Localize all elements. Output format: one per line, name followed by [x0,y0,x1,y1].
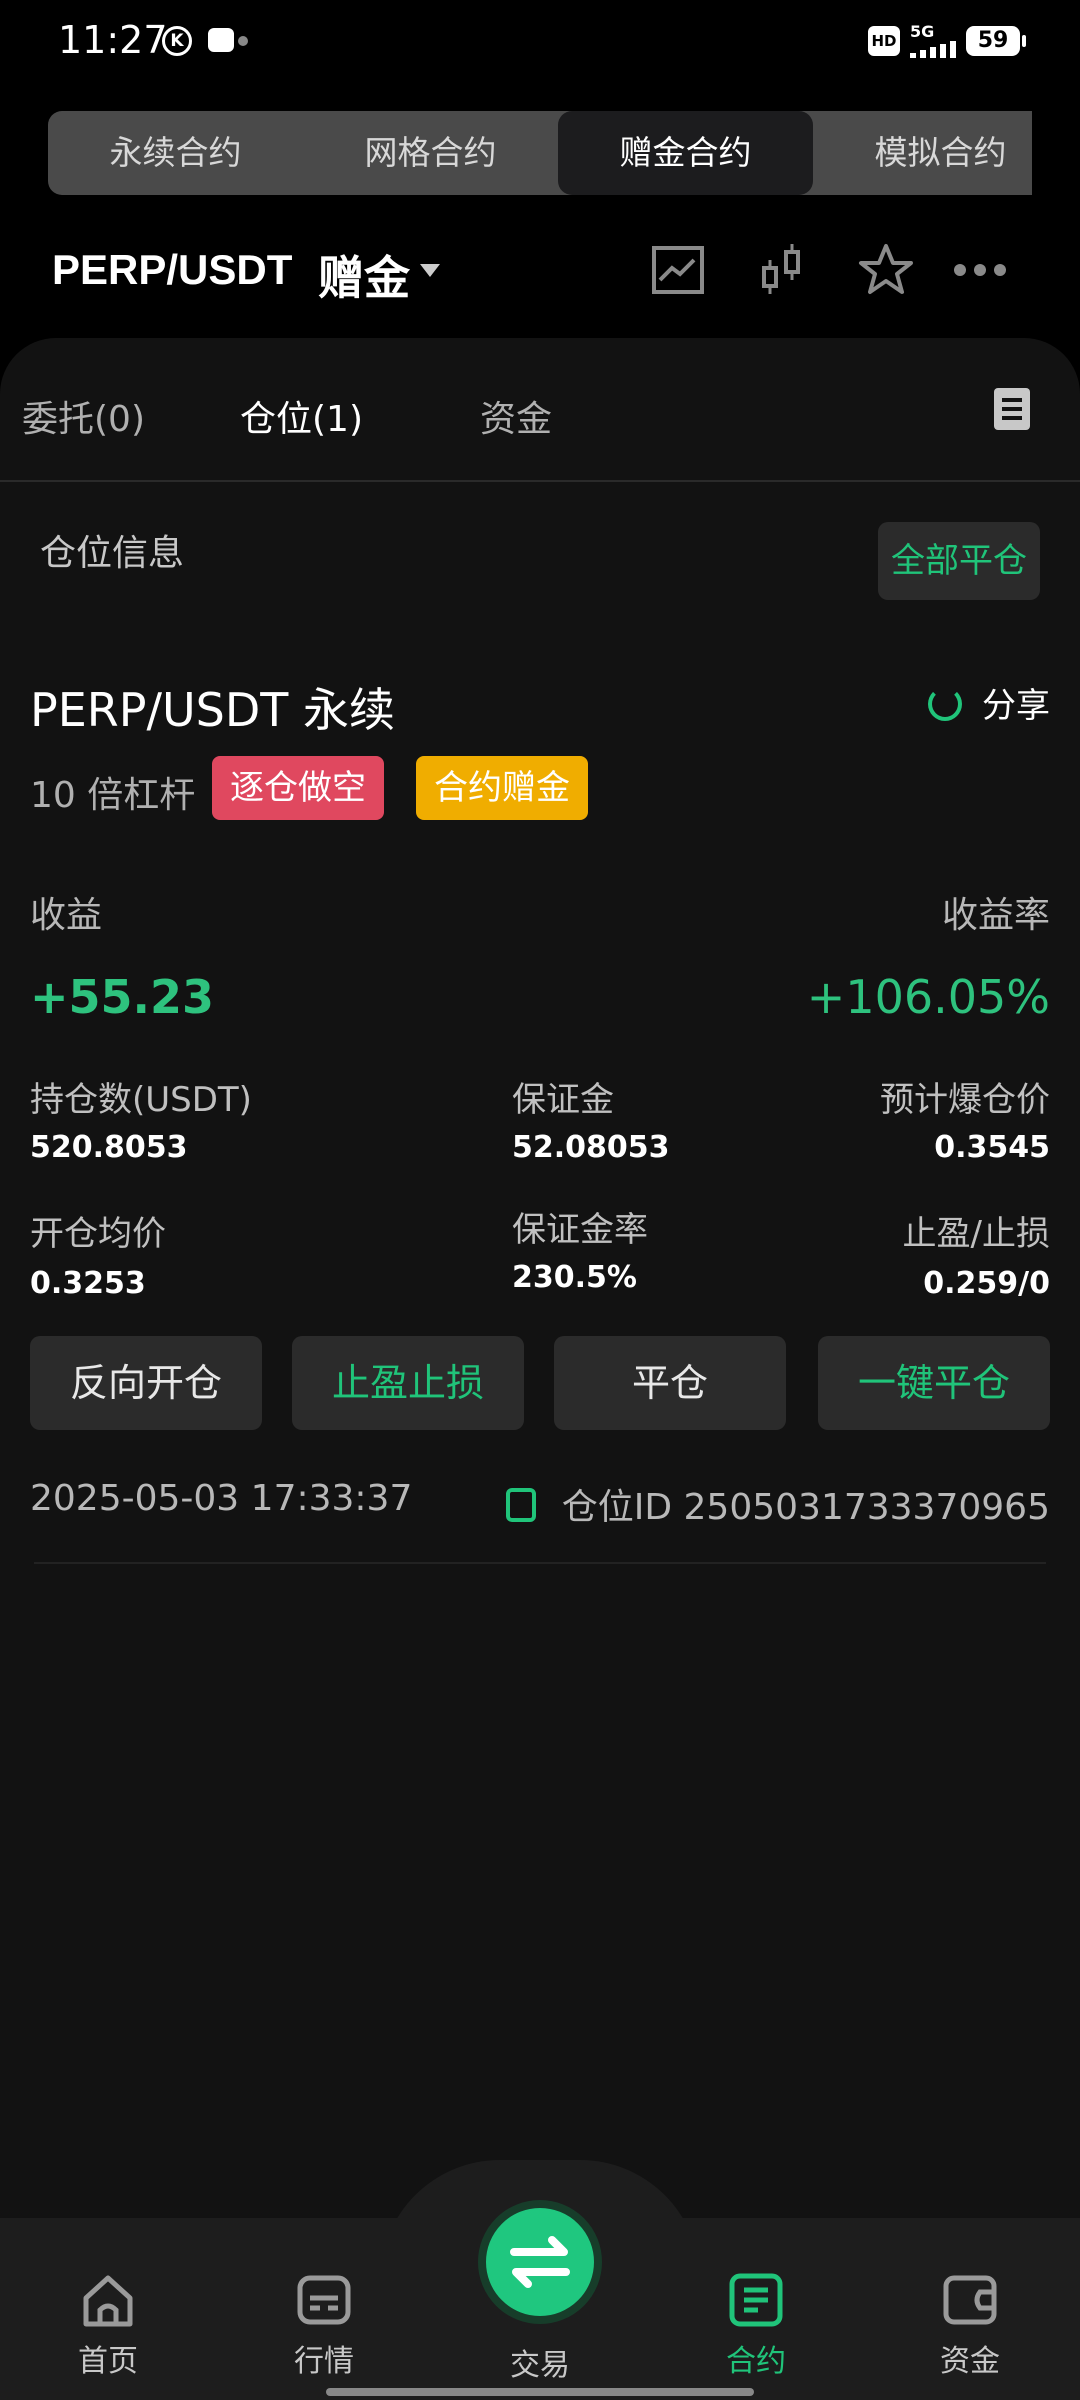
status-bar: 11:27 K HD 5G 59 [0,0,1080,80]
bonus-badge: 合约赠金 [416,756,588,820]
home-icon [83,2275,133,2327]
section-title: 仓位信息 [40,533,185,574]
entry-price-label: 开仓均价 [30,1214,166,1254]
leverage-label: 10 倍杠杆 [30,775,196,816]
nav-home-label: 首页 [78,2344,138,2379]
tab-grid[interactable]: 网格合约 [303,111,558,195]
pnl-value: +55.23 [30,970,215,1024]
roe-label: 收益率 [941,895,1050,936]
share-button[interactable]: 分享 [928,678,1050,727]
close-position-button[interactable]: 平仓 [554,1336,786,1430]
more-icon[interactable] [950,240,1010,300]
status-time: 11:27 [58,18,168,62]
tpsl-label: 止盈/止损 [902,1214,1050,1254]
contract-icon [729,2273,783,2327]
nav-assets[interactable]: 资金 [910,2270,1030,2380]
line-chart-icon[interactable] [648,240,708,300]
side-badge: 逐仓做空 [212,756,384,820]
tab-bonus[interactable]: 赠金合约 [558,111,813,195]
position-timestamp: 2025-05-03 17:33:37 [30,1478,413,1519]
nav-assets-label: 资金 [940,2344,1000,2379]
tab-positions[interactable]: 仓位(1) [240,390,363,442]
liq-price-value: 0.3545 [934,1130,1050,1165]
position-title: PERP/USDT 永续 [30,683,396,737]
nav-contract[interactable]: 合约 [696,2270,816,2380]
battery-icon: 59 [966,26,1026,56]
liq-price-label: 预计爆仓价 [880,1080,1050,1120]
hd-icon: HD [868,26,900,56]
divider [34,1562,1046,1564]
copy-icon[interactable] [505,1488,536,1522]
pnl-label: 收益 [30,895,103,936]
one-click-close-button[interactable]: 一键平仓 [818,1336,1050,1430]
margin-label: 保证金 [512,1080,614,1120]
network-label: 5G [910,22,935,41]
notification-icon [208,28,234,52]
tab-demo[interactable]: 模拟合约 [813,111,1032,195]
tab-funds[interactable]: 资金 [480,390,552,442]
chevron-down-icon[interactable] [420,264,440,277]
swap-icon [510,2236,570,2288]
pair-selector[interactable]: PERP/USDT [52,246,292,294]
tab-perpetual[interactable]: 永续合约 [48,111,303,195]
close-all-button[interactable]: 全部平仓 [878,522,1040,600]
entry-price-value: 0.3253 [30,1266,146,1301]
margin-value: 52.08053 [512,1130,670,1165]
nav-home[interactable]: 首页 [48,2270,168,2380]
dot-icon [238,36,248,46]
tab-orders[interactable]: 委托(0) [22,390,145,442]
reverse-open-button[interactable]: 反向开仓 [30,1336,262,1430]
position-id: 仓位ID 2505031733370965 [505,1478,1050,1530]
document-icon[interactable] [994,388,1030,430]
position-id-text: 仓位ID 2505031733370965 [561,1487,1050,1528]
margin-ratio-label: 保证金率 [512,1210,648,1250]
margin-ratio-value: 230.5% [512,1260,637,1295]
home-indicator [326,2388,754,2396]
share-icon [928,686,962,721]
size-value: 520.8053 [30,1130,188,1165]
pair-mode[interactable]: 赠金 [318,242,410,308]
k-icon: K [162,26,192,56]
star-icon[interactable] [856,240,916,300]
roe-value: +106.05% [806,970,1050,1024]
contract-type-tabs: 永续合约 网格合约 赠金合约 模拟合约 [48,111,1032,195]
tpsl-value: 0.259/0 [923,1266,1050,1301]
positions-panel: 委托(0) 仓位(1) 资金 仓位信息 全部平仓 PERP/USDT 永续 分享… [0,338,1080,2218]
market-icon [297,2275,351,2325]
wallet-icon [943,2275,997,2325]
candlestick-icon[interactable] [752,240,812,300]
pair-header: PERP/USDT 赠金 [0,220,1080,320]
nav-market-label: 行情 [294,2344,354,2379]
size-label: 持仓数(USDT) [30,1080,252,1120]
nav-trade-label: 交易 [510,2348,570,2383]
signal-icon [910,40,958,58]
panel-tabs: 委托(0) 仓位(1) 资金 [0,338,1080,482]
nav-contract-label: 合约 [726,2344,786,2379]
trade-button[interactable] [478,2200,602,2324]
nav-market[interactable]: 行情 [264,2270,384,2380]
share-label: 分享 [982,686,1050,726]
tpsl-button[interactable]: 止盈止损 [292,1336,524,1430]
